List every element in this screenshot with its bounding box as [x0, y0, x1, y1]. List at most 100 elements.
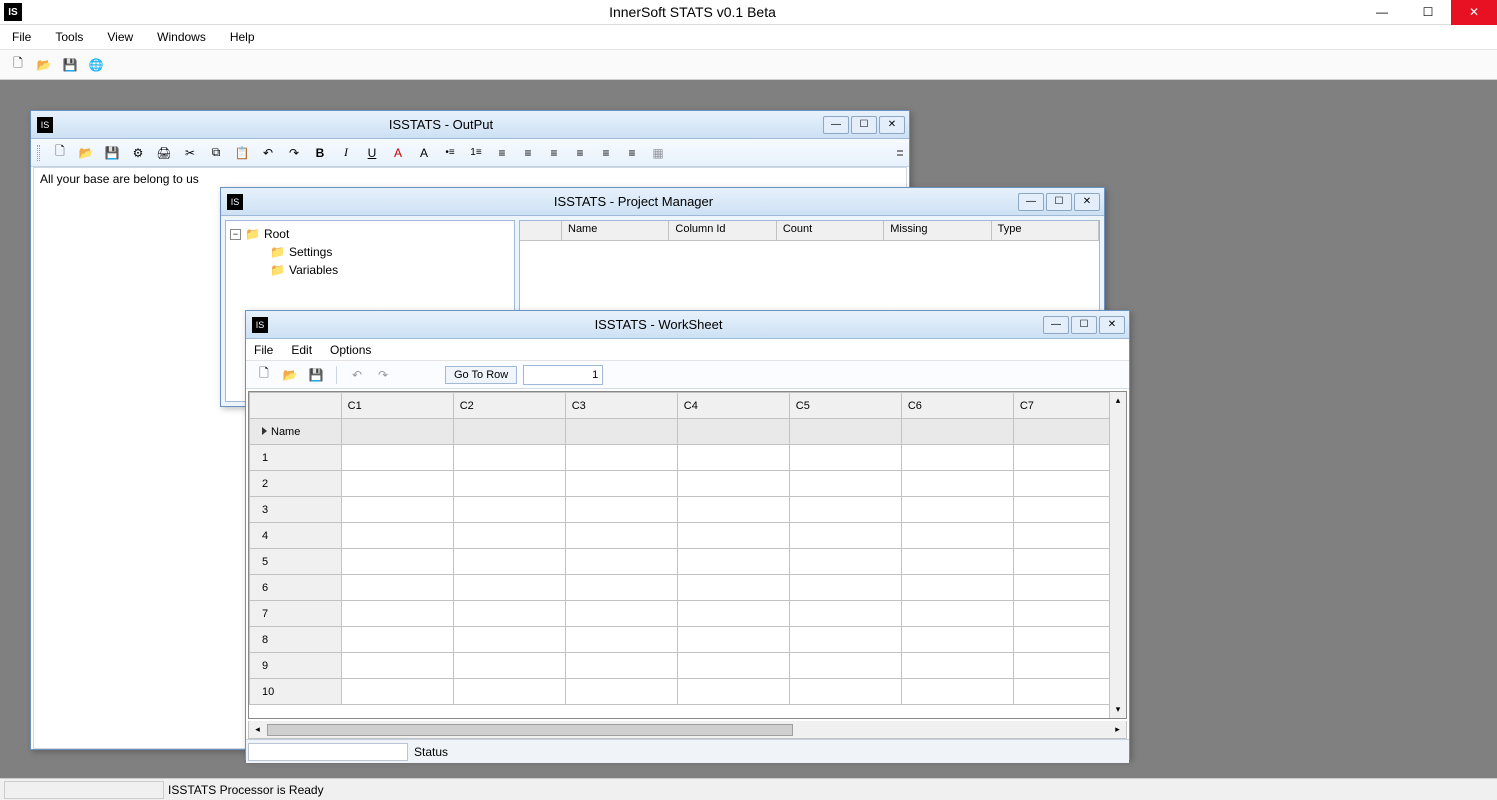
ws-data-row[interactable]: 5 — [250, 549, 1126, 575]
ws-cell[interactable] — [453, 549, 565, 575]
ws-data-row[interactable]: 6 — [250, 575, 1126, 601]
ws-col-c3[interactable]: C3 — [565, 393, 677, 419]
ws-maximize-button[interactable]: ☐ — [1071, 316, 1097, 334]
output-align-left-icon[interactable] — [492, 143, 512, 163]
output-underline-button[interactable]: U — [362, 143, 382, 163]
ws-save-icon[interactable] — [306, 365, 326, 385]
output-save-icon[interactable] — [102, 143, 122, 163]
output-copy-icon[interactable] — [206, 143, 226, 163]
ws-redo-icon[interactable] — [373, 365, 393, 385]
ws-cell[interactable] — [901, 497, 1013, 523]
ws-new-icon[interactable] — [254, 365, 274, 385]
ws-data-row[interactable]: 9 — [250, 653, 1126, 679]
ws-cell[interactable] — [901, 627, 1013, 653]
save-icon[interactable] — [60, 55, 80, 75]
output-numbered-list-icon[interactable] — [466, 143, 486, 163]
ws-data-row[interactable]: 2 — [250, 471, 1126, 497]
tree-item-variables[interactable]: Variables — [230, 261, 510, 279]
ws-cell[interactable] — [677, 497, 789, 523]
tree-collapse-icon[interactable]: − — [230, 229, 241, 240]
ws-cell[interactable] — [901, 419, 1013, 445]
ws-cell[interactable] — [565, 653, 677, 679]
output-align-justify-icon[interactable] — [570, 143, 590, 163]
ws-grid[interactable]: C1 C2 C3 C4 C5 C6 C7 Name 12345678910 — [249, 392, 1126, 705]
ws-cell[interactable] — [677, 419, 789, 445]
ws-cell[interactable] — [565, 601, 677, 627]
ws-cell[interactable] — [453, 653, 565, 679]
toolbar-overflow-icon[interactable] — [897, 150, 903, 156]
output-titlebar[interactable]: IS ISSTATS - OutPut — ☐ ✕ — [31, 111, 909, 139]
tree-item-root[interactable]: − Root — [230, 225, 510, 243]
ws-cell[interactable] — [677, 679, 789, 705]
ws-cell[interactable] — [453, 523, 565, 549]
ws-cell[interactable] — [453, 575, 565, 601]
pm-col-type[interactable]: Type — [992, 221, 1099, 240]
ws-row-header[interactable]: 10 — [250, 679, 342, 705]
output-align-center-icon[interactable] — [518, 143, 538, 163]
ws-row-header[interactable]: 4 — [250, 523, 342, 549]
ws-name-row[interactable]: Name — [250, 419, 1126, 445]
ws-cell[interactable] — [901, 653, 1013, 679]
ws-cell[interactable] — [789, 627, 901, 653]
ws-cell[interactable] — [789, 523, 901, 549]
new-icon[interactable] — [8, 55, 28, 75]
output-minimize-button[interactable]: — — [823, 116, 849, 134]
ws-cell[interactable] — [789, 549, 901, 575]
ws-cell[interactable] — [565, 575, 677, 601]
menu-file[interactable]: File — [0, 26, 43, 48]
output-redo-icon[interactable] — [284, 143, 304, 163]
ws-open-icon[interactable] — [280, 365, 300, 385]
ws-cell[interactable] — [341, 497, 453, 523]
scroll-right-icon[interactable]: ▸ — [1109, 721, 1126, 738]
ws-cell[interactable] — [341, 575, 453, 601]
goto-row-button[interactable]: Go To Row — [445, 366, 517, 384]
output-maximize-button[interactable]: ☐ — [851, 116, 877, 134]
pm-maximize-button[interactable]: ☐ — [1046, 193, 1072, 211]
ws-cell[interactable] — [677, 575, 789, 601]
output-font-size-button[interactable]: A — [414, 143, 434, 163]
ws-row-header[interactable]: 1 — [250, 445, 342, 471]
ws-col-c5[interactable]: C5 — [789, 393, 901, 419]
ws-row-header[interactable]: 3 — [250, 497, 342, 523]
pm-col-name[interactable]: Name — [562, 221, 669, 240]
ws-cell[interactable] — [901, 679, 1013, 705]
ws-data-row[interactable]: 3 — [250, 497, 1126, 523]
ws-menu-file[interactable]: File — [254, 343, 273, 357]
ws-row-header[interactable]: 8 — [250, 627, 342, 653]
ws-cell[interactable] — [677, 627, 789, 653]
ws-cell[interactable] — [565, 523, 677, 549]
output-print-icon[interactable] — [154, 143, 174, 163]
ws-data-row[interactable]: 10 — [250, 679, 1126, 705]
ws-minimize-button[interactable]: — — [1043, 316, 1069, 334]
ws-cell[interactable] — [453, 497, 565, 523]
ws-cell[interactable] — [677, 601, 789, 627]
ws-cell[interactable] — [341, 445, 453, 471]
pm-col-missing[interactable]: Missing — [884, 221, 991, 240]
output-indent-decrease-icon[interactable] — [596, 143, 616, 163]
ws-cell[interactable] — [565, 471, 677, 497]
ws-row-header[interactable]: 6 — [250, 575, 342, 601]
ws-cell[interactable] — [565, 497, 677, 523]
pm-col-count[interactable]: Count — [777, 221, 884, 240]
ws-row-header[interactable]: 2 — [250, 471, 342, 497]
ws-cell[interactable] — [677, 653, 789, 679]
ws-cell[interactable] — [341, 653, 453, 679]
ws-close-button[interactable]: ✕ — [1099, 316, 1125, 334]
scroll-thumb[interactable] — [267, 724, 793, 736]
ws-cell[interactable] — [789, 653, 901, 679]
output-font-color-button[interactable]: A — [388, 143, 408, 163]
scroll-down-icon[interactable]: ▾ — [1110, 701, 1126, 718]
ws-cell[interactable] — [901, 471, 1013, 497]
scroll-up-icon[interactable]: ▴ — [1110, 392, 1126, 409]
output-new-icon[interactable] — [50, 143, 70, 163]
output-paste-icon[interactable] — [232, 143, 252, 163]
minimize-button[interactable]: — — [1359, 0, 1405, 25]
pm-minimize-button[interactable]: — — [1018, 193, 1044, 211]
ws-cell[interactable] — [565, 445, 677, 471]
ws-titlebar[interactable]: IS ISSTATS - WorkSheet — ☐ ✕ — [246, 311, 1129, 339]
output-bold-button[interactable]: B — [310, 143, 330, 163]
goto-row-input[interactable] — [523, 365, 603, 385]
ws-data-row[interactable]: 7 — [250, 601, 1126, 627]
ws-vertical-scrollbar[interactable]: ▴ ▾ — [1109, 392, 1126, 718]
ws-cell[interactable] — [789, 679, 901, 705]
